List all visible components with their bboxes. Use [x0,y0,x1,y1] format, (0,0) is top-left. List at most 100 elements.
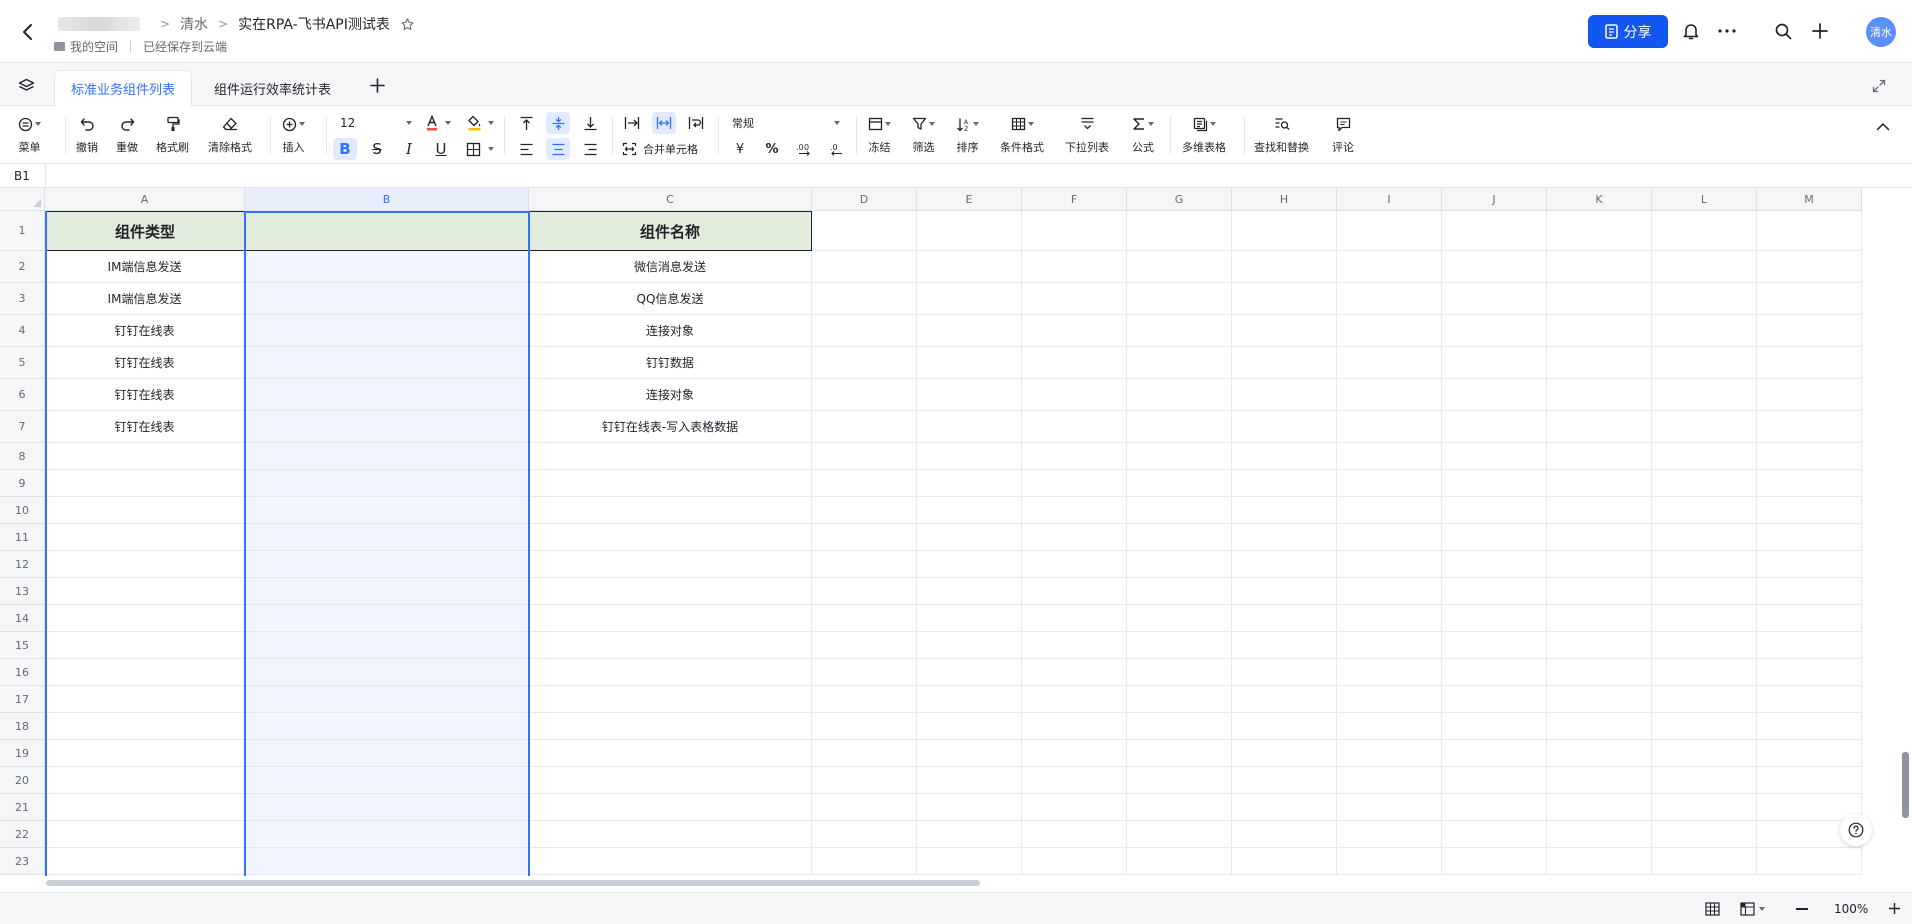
empty-cell[interactable] [1022,283,1127,315]
row-header[interactable]: 9 [0,470,45,497]
empty-cell[interactable] [1547,524,1652,551]
text-clip-button[interactable] [652,112,676,134]
empty-cell[interactable] [1547,578,1652,605]
empty-cell[interactable] [1442,411,1547,443]
empty-cell[interactable] [1757,347,1862,379]
row-header[interactable]: 10 [0,497,45,524]
empty-cell[interactable] [1442,605,1547,632]
empty-cell[interactable] [1022,605,1127,632]
empty-cell[interactable] [1652,605,1757,632]
empty-cell[interactable] [812,251,917,283]
empty-cell[interactable] [1652,411,1757,443]
empty-cell[interactable] [1757,605,1862,632]
empty-cell[interactable] [812,411,917,443]
redo-button[interactable]: 重做 [116,106,138,155]
empty-cell[interactable] [1442,848,1547,875]
empty-cell[interactable] [917,551,1022,578]
empty-cell[interactable] [812,283,917,315]
data-cell-b[interactable] [245,251,529,283]
data-cell-b[interactable] [245,411,529,443]
column-header-i[interactable]: I [1337,188,1442,211]
empty-cell[interactable] [1232,411,1337,443]
empty-cell[interactable] [1547,251,1652,283]
empty-cell[interactable] [917,379,1022,411]
empty-cell[interactable] [1652,524,1757,551]
empty-cell[interactable] [1232,686,1337,713]
data-cell-a[interactable]: 钉钉在线表 [45,315,245,347]
empty-cell[interactable] [1337,713,1442,740]
increase-decimal-button[interactable]: .0 0 [792,138,816,160]
row-header[interactable]: 7 [0,411,45,443]
empty-cell[interactable] [1547,632,1652,659]
horizontal-scrollbar[interactable] [46,880,980,886]
data-cell-b[interactable] [245,315,529,347]
empty-cell[interactable] [917,713,1022,740]
multi-dim-table-button[interactable]: 多维表格 [1182,106,1226,155]
star-icon[interactable] [400,17,415,32]
empty-cell[interactable] [1337,497,1442,524]
empty-cell[interactable] [1442,379,1547,411]
data-cell-c[interactable]: 钉钉在线表-写入表格数据 [529,411,812,443]
column-header-k[interactable]: K [1547,188,1652,211]
empty-cell[interactable] [917,659,1022,686]
empty-cell[interactable] [1022,524,1127,551]
format-painter-button[interactable]: 格式刷 [156,106,189,155]
empty-cell[interactable] [812,821,917,848]
row-header[interactable]: 17 [0,686,45,713]
empty-cell[interactable] [1757,659,1862,686]
row-header[interactable]: 18 [0,713,45,740]
row-header[interactable]: 16 [0,659,45,686]
empty-cell[interactable] [529,659,812,686]
empty-cell[interactable] [1757,315,1862,347]
breadcrumb-folder[interactable]: 清水 [180,14,208,34]
empty-cell[interactable] [245,605,529,632]
empty-cell[interactable] [1547,740,1652,767]
empty-cell[interactable] [245,713,529,740]
percent-button[interactable]: % [760,138,784,160]
empty-cell[interactable] [1442,315,1547,347]
empty-cell[interactable] [1547,659,1652,686]
empty-cell[interactable] [1022,659,1127,686]
empty-cell[interactable] [1757,283,1862,315]
column-header-h[interactable]: H [1232,188,1337,211]
empty-cell[interactable] [917,686,1022,713]
data-cell-c[interactable]: QQ信息发送 [529,283,812,315]
data-cell-c[interactable]: 连接对象 [529,315,812,347]
conditional-format-button[interactable]: 条件格式 [1000,106,1044,155]
empty-cell[interactable] [1547,470,1652,497]
empty-cell[interactable] [1652,283,1757,315]
empty-cell[interactable] [45,632,245,659]
undo-button[interactable]: 撤销 [76,106,98,155]
empty-cell[interactable] [917,283,1022,315]
row-header[interactable]: 2 [0,251,45,283]
empty-cell[interactable] [1337,605,1442,632]
empty-cell[interactable] [1547,794,1652,821]
empty-cell[interactable] [1127,470,1232,497]
share-button[interactable]: 分享 [1588,15,1668,48]
empty-cell[interactable] [1757,551,1862,578]
empty-cell[interactable] [812,443,917,470]
search-icon[interactable] [1772,20,1794,42]
empty-cell[interactable] [1022,470,1127,497]
empty-cell[interactable] [1652,767,1757,794]
empty-cell[interactable] [1022,713,1127,740]
fill-color-button[interactable] [462,112,486,134]
empty-cell[interactable] [1022,497,1127,524]
empty-cell[interactable] [1232,211,1337,251]
freeze-button[interactable]: 冻结 [868,106,891,155]
align-right-button[interactable] [578,138,602,160]
empty-cell[interactable] [812,848,917,875]
empty-cell[interactable] [529,686,812,713]
avatar[interactable]: 清水 [1866,17,1896,47]
data-cell-a[interactable]: IM端信息发送 [45,283,245,315]
fullscreen-icon[interactable] [1872,79,1886,97]
empty-cell[interactable] [1127,821,1232,848]
data-cell-b[interactable] [245,379,529,411]
empty-cell[interactable] [45,821,245,848]
zoom-in-icon[interactable] [1888,902,1901,919]
align-middle-button[interactable] [546,112,570,134]
empty-cell[interactable] [1547,211,1652,251]
row-header[interactable]: 21 [0,794,45,821]
empty-cell[interactable] [812,315,917,347]
empty-cell[interactable] [1022,767,1127,794]
